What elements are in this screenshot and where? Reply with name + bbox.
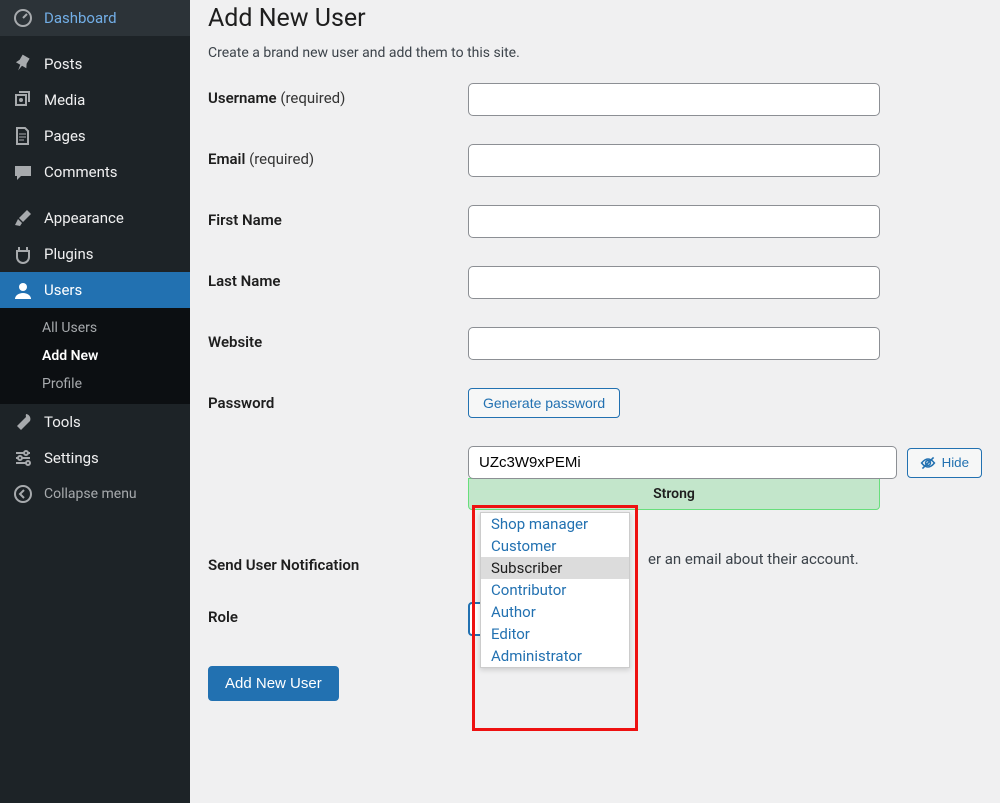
- submenu-add-new[interactable]: Add New: [0, 342, 190, 370]
- role-label: Role: [208, 602, 468, 626]
- sidebar-label: Plugins: [44, 245, 93, 263]
- tools-icon: [12, 412, 34, 432]
- hide-password-button[interactable]: Hide: [907, 448, 982, 478]
- role-option-shop-manager[interactable]: Shop manager: [481, 513, 629, 535]
- settings-icon: [12, 448, 34, 468]
- sidebar-label: Tools: [44, 413, 81, 431]
- sidebar-item-posts[interactable]: Posts: [0, 46, 190, 82]
- role-option-administrator[interactable]: Administrator: [481, 645, 629, 667]
- email-input[interactable]: [468, 144, 880, 177]
- sidebar-item-settings[interactable]: Settings: [0, 440, 190, 476]
- sidebar-label: Dashboard: [44, 9, 117, 27]
- role-dropdown: Shop manager Customer Subscriber Contrib…: [480, 512, 630, 668]
- plugins-icon: [12, 244, 34, 264]
- dashboard-icon: [12, 8, 34, 28]
- password-input[interactable]: [468, 446, 897, 479]
- sidebar-label: Media: [44, 91, 85, 109]
- sidebar-label: Appearance: [44, 209, 124, 227]
- collapse-menu[interactable]: Collapse menu: [0, 476, 190, 512]
- users-icon: [12, 280, 34, 300]
- submenu-profile[interactable]: Profile: [0, 370, 190, 398]
- sidebar-label: Users: [44, 281, 82, 299]
- sidebar-submenu-users: All Users Add New Profile: [0, 308, 190, 404]
- sidebar-item-users[interactable]: Users: [0, 272, 190, 308]
- username-label: Username (required): [208, 83, 468, 107]
- collapse-icon: [12, 484, 34, 504]
- role-option-editor[interactable]: Editor: [481, 623, 629, 645]
- admin-sidebar: Dashboard Posts Media Pages Comments App…: [0, 0, 190, 803]
- sidebar-item-dashboard[interactable]: Dashboard: [0, 0, 190, 36]
- sidebar-label: Comments: [44, 163, 118, 181]
- sidebar-item-comments[interactable]: Comments: [0, 154, 190, 190]
- collapse-label: Collapse menu: [44, 486, 137, 502]
- sidebar-item-plugins[interactable]: Plugins: [0, 236, 190, 272]
- brush-icon: [12, 208, 34, 228]
- sidebar-item-media[interactable]: Media: [0, 82, 190, 118]
- sidebar-item-pages[interactable]: Pages: [0, 118, 190, 154]
- lastname-label: Last Name: [208, 266, 468, 290]
- role-option-customer[interactable]: Customer: [481, 535, 629, 557]
- page-subtext: Create a brand new user and add them to …: [208, 45, 982, 61]
- media-icon: [12, 90, 34, 110]
- email-label: Email (required): [208, 144, 468, 168]
- pin-icon: [12, 54, 34, 74]
- username-input[interactable]: [468, 83, 880, 116]
- generate-password-button[interactable]: Generate password: [468, 388, 620, 418]
- page-title: Add New User: [208, 4, 982, 33]
- submenu-all-users[interactable]: All Users: [0, 314, 190, 342]
- role-option-contributor[interactable]: Contributor: [481, 579, 629, 601]
- add-new-user-button[interactable]: Add New User: [208, 666, 339, 701]
- sidebar-label: Posts: [44, 55, 82, 73]
- lastname-input[interactable]: [468, 266, 880, 299]
- eye-slash-icon: [920, 455, 936, 471]
- comments-icon: [12, 162, 34, 182]
- pages-icon: [12, 126, 34, 146]
- password-label: Password: [208, 388, 468, 412]
- sidebar-label: Pages: [44, 127, 86, 145]
- sidebar-label: Settings: [44, 449, 99, 467]
- role-option-subscriber[interactable]: Subscriber: [481, 557, 629, 579]
- main-content: Add New User Create a brand new user and…: [190, 0, 1000, 803]
- website-input[interactable]: [468, 327, 880, 360]
- website-label: Website: [208, 327, 468, 351]
- sidebar-item-appearance[interactable]: Appearance: [0, 200, 190, 236]
- role-option-author[interactable]: Author: [481, 601, 629, 623]
- notification-label: Send User Notification: [208, 550, 468, 574]
- sidebar-item-tools[interactable]: Tools: [0, 404, 190, 440]
- firstname-label: First Name: [208, 205, 468, 229]
- firstname-input[interactable]: [468, 205, 880, 238]
- password-strength: Strong: [468, 478, 880, 510]
